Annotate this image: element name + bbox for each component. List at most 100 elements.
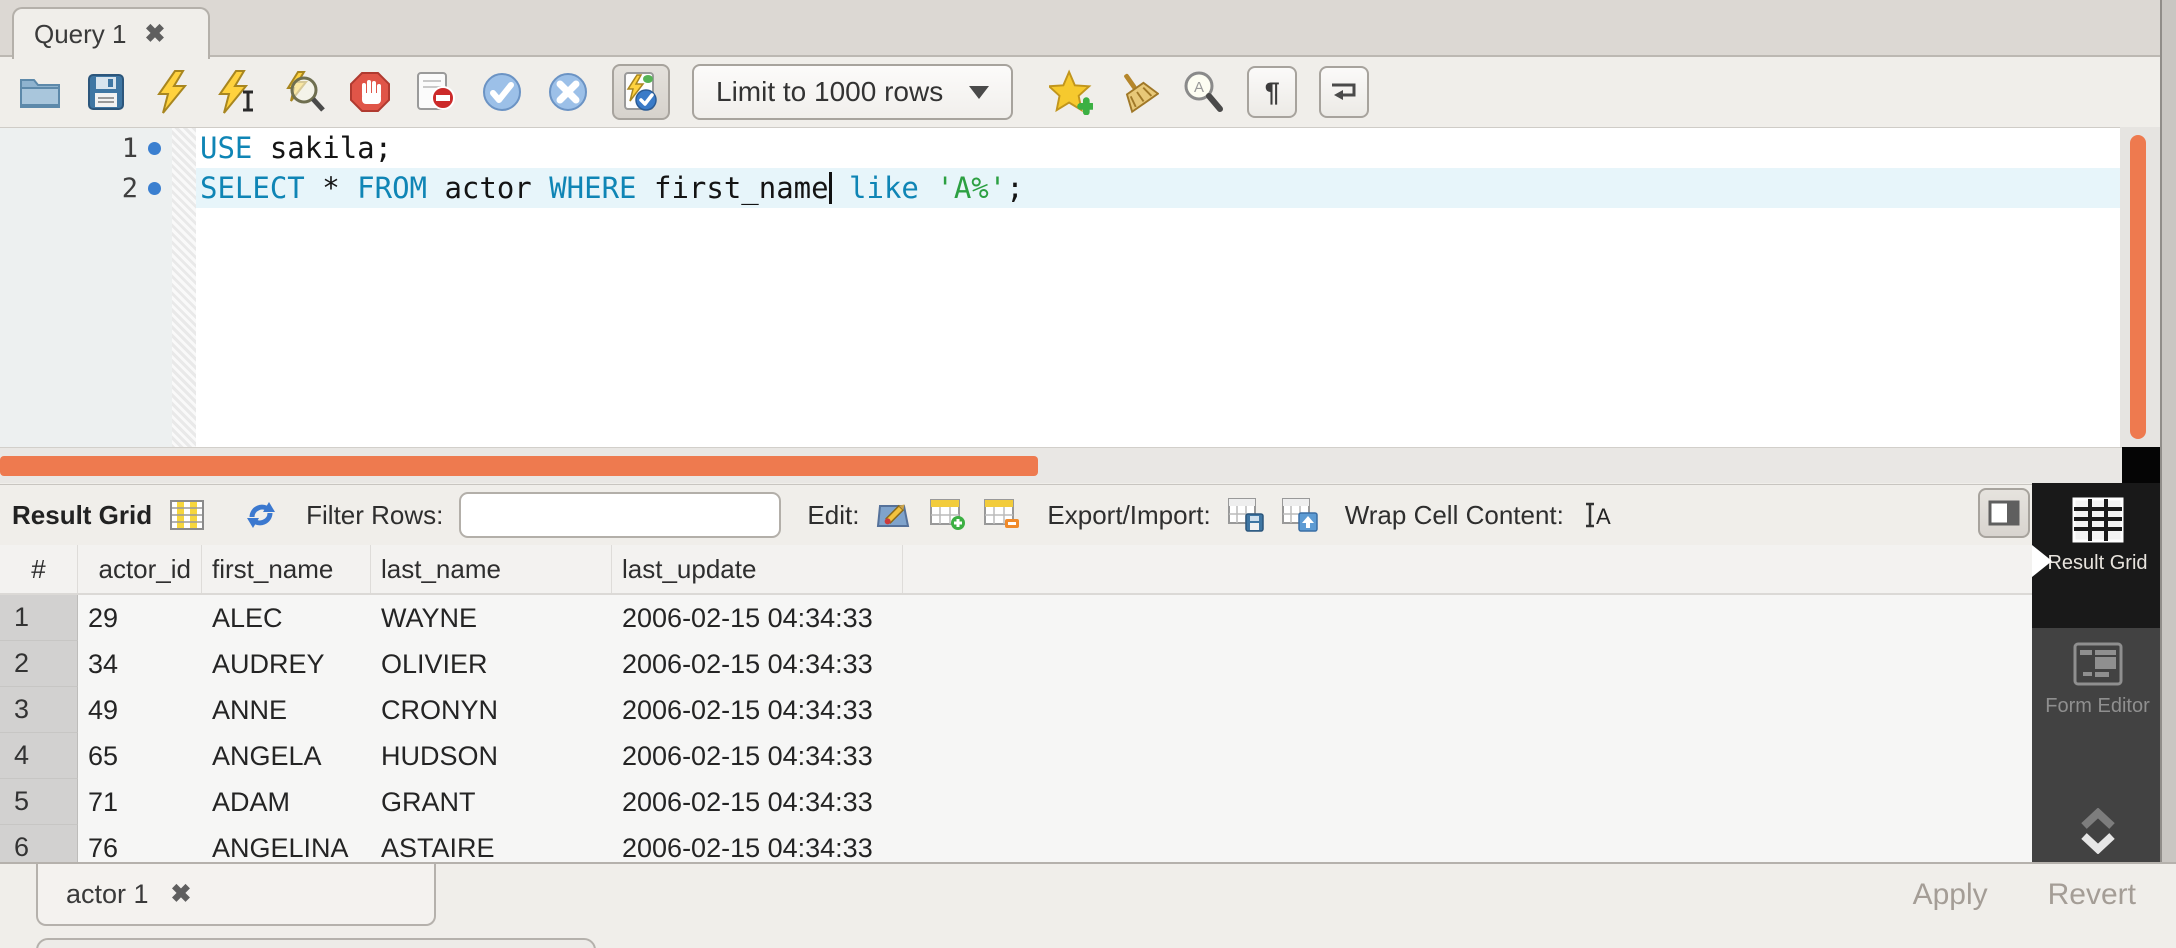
sidebar-item-form-editor[interactable]: Form Editor	[2032, 628, 2163, 758]
result-grid-icon	[168, 497, 206, 533]
table-row[interactable]: 129ALECWAYNE2006-02-15 04:34:33	[0, 595, 2032, 641]
sql-code-editor[interactable]: 1 2 USE sakila;SELECT * FROM actor WHERE …	[0, 127, 2160, 447]
row-number-cell: 1	[0, 595, 78, 641]
limit-rows-label: Limit to 1000 rows	[716, 76, 943, 108]
execute-query-icon[interactable]	[150, 70, 194, 114]
show-invisible-characters-button[interactable]: ¶	[1247, 66, 1297, 118]
sidebar-result-grid-label: Result Grid	[2047, 551, 2147, 575]
code-token-plain: actor	[427, 171, 549, 205]
partial-tab[interactable]	[36, 938, 596, 948]
tab-actor-1[interactable]: actor 1 ✖	[36, 864, 436, 926]
table-row[interactable]: 571ADAMGRANT2006-02-15 04:34:33	[0, 779, 2032, 825]
result-grid-title: Result Grid	[12, 500, 152, 531]
close-icon[interactable]: ✖	[145, 22, 166, 47]
data-cell[interactable]: 2006-02-15 04:34:33	[612, 641, 903, 687]
autocommit-toggle-button[interactable]	[612, 64, 670, 120]
column-header-first_name[interactable]: first_name	[202, 545, 371, 593]
table-row[interactable]: 465ANGELAHUDSON2006-02-15 04:34:33	[0, 733, 2032, 779]
data-cell[interactable]: ADAM	[202, 779, 371, 825]
gutter-line-2[interactable]: 2	[0, 168, 172, 208]
edit-label: Edit:	[807, 500, 859, 531]
explain-plan-icon[interactable]	[282, 70, 326, 114]
table-row[interactable]: 349ANNECRONYN2006-02-15 04:34:33	[0, 687, 2032, 733]
export-recordset-icon[interactable]	[1227, 497, 1265, 533]
data-cell[interactable]: ANNE	[202, 687, 371, 733]
stop-query-icon[interactable]	[348, 70, 392, 114]
table-row[interactable]: 676ANGELINAASTAIRE2006-02-15 04:34:33	[0, 825, 2032, 862]
data-cell[interactable]: 2006-02-15 04:34:33	[612, 595, 903, 641]
toggle-sidebar-button[interactable]	[1978, 488, 2030, 538]
rollback-icon[interactable]	[546, 70, 590, 114]
data-cell[interactable]: AUDREY	[202, 641, 371, 687]
open-file-icon[interactable]	[18, 70, 62, 114]
filter-rows-input[interactable]	[479, 496, 789, 534]
data-cell[interactable]: CRONYN	[371, 687, 612, 733]
form-editor-panel-icon	[2073, 642, 2123, 686]
editor-vertical-scrollbar-thumb[interactable]	[2130, 135, 2146, 439]
code-token-plain: ;	[1006, 171, 1023, 205]
data-cell[interactable]: 29	[78, 595, 202, 641]
data-cell[interactable]: 34	[78, 641, 202, 687]
column-header-rownum[interactable]: #	[0, 545, 78, 593]
execute-current-statement-icon[interactable]	[216, 70, 260, 114]
data-cell[interactable]: 2006-02-15 04:34:33	[612, 687, 903, 733]
data-cell[interactable]: 2006-02-15 04:34:33	[612, 825, 903, 862]
data-cell[interactable]: WAYNE	[371, 595, 612, 641]
bottom-bar: actor 1 ✖ Apply Revert	[0, 862, 2176, 948]
data-cell[interactable]: OLIVIER	[371, 641, 612, 687]
gutter-hatch-strip	[172, 128, 196, 448]
editor-tab-bar: Query 1 ✖	[0, 0, 2176, 57]
data-cell[interactable]: HUDSON	[371, 733, 612, 779]
data-cell[interactable]: 71	[78, 779, 202, 825]
column-header-last_update[interactable]: last_update	[612, 545, 903, 593]
save-icon[interactable]	[84, 70, 128, 114]
editor-horizontal-scrollbar-thumb[interactable]	[0, 456, 1038, 476]
limit-rows-dropdown[interactable]: Limit to 1000 rows	[692, 64, 1013, 120]
data-cell[interactable]: GRANT	[371, 779, 612, 825]
data-cell[interactable]: ALEC	[202, 595, 371, 641]
stop-on-error-toggle-icon[interactable]	[414, 70, 458, 114]
data-cell[interactable]: ANGELINA	[202, 825, 371, 862]
commit-icon[interactable]	[480, 70, 524, 114]
delete-row-icon[interactable]	[983, 497, 1021, 533]
data-cell[interactable]: 65	[78, 733, 202, 779]
gutter-line-1[interactable]: 1	[0, 128, 172, 168]
find-search-icon[interactable]: A	[1181, 70, 1225, 114]
filter-rows-searchbox[interactable]	[459, 492, 781, 538]
save-snippet-icon[interactable]	[1049, 70, 1093, 114]
tab-query-1[interactable]: Query 1 ✖	[12, 7, 210, 59]
column-header-filler	[903, 545, 2032, 593]
code-token-string: 'A%'	[936, 171, 1006, 205]
code-line-2[interactable]: SELECT * FROM actor WHERE first_name lik…	[200, 168, 1024, 208]
data-cell[interactable]: 76	[78, 825, 202, 862]
editor-vertical-scrollbar[interactable]	[2120, 127, 2160, 447]
sql-editor-toolbar: Limit to 1000 rows A ¶	[0, 59, 2176, 125]
import-recordset-icon[interactable]	[1281, 497, 1319, 533]
wrap-cell-content-icon[interactable]: A	[1580, 497, 1618, 533]
insert-row-icon[interactable]	[929, 497, 967, 533]
result-grid-table[interactable]: #actor_idfirst_namelast_namelast_update …	[0, 545, 2032, 862]
column-header-actor_id[interactable]: actor_id	[78, 545, 202, 593]
column-header-last_name[interactable]: last_name	[371, 545, 612, 593]
result-grid-toolbar: Result Grid Filter Rows: Edit: Export/Im…	[0, 484, 2032, 545]
svg-text:A: A	[1194, 79, 1204, 96]
line-number: 2	[0, 173, 138, 204]
data-cell[interactable]: ASTAIRE	[371, 825, 612, 862]
beautify-query-icon[interactable]	[1115, 70, 1159, 114]
chevron-down-icon[interactable]	[2076, 832, 2120, 854]
code-line-1[interactable]: USE sakila;	[200, 128, 392, 168]
selected-panel-notch	[2032, 545, 2052, 577]
data-cell[interactable]: 2006-02-15 04:34:33	[612, 779, 903, 825]
refresh-icon[interactable]	[242, 497, 280, 533]
data-cell[interactable]: 2006-02-15 04:34:33	[612, 733, 903, 779]
revert-button[interactable]: Revert	[2048, 878, 2136, 912]
editor-horizontal-scrollbar[interactable]	[0, 447, 2160, 483]
toggle-word-wrap-button[interactable]	[1319, 66, 1369, 118]
close-icon[interactable]: ✖	[171, 882, 192, 907]
data-cell[interactable]: ANGELA	[202, 733, 371, 779]
apply-button[interactable]: Apply	[1913, 878, 1988, 912]
chevron-up-icon[interactable]	[2076, 808, 2120, 830]
table-row[interactable]: 234AUDREYOLIVIER2006-02-15 04:34:33	[0, 641, 2032, 687]
edit-record-icon[interactable]	[875, 497, 913, 533]
data-cell[interactable]: 49	[78, 687, 202, 733]
